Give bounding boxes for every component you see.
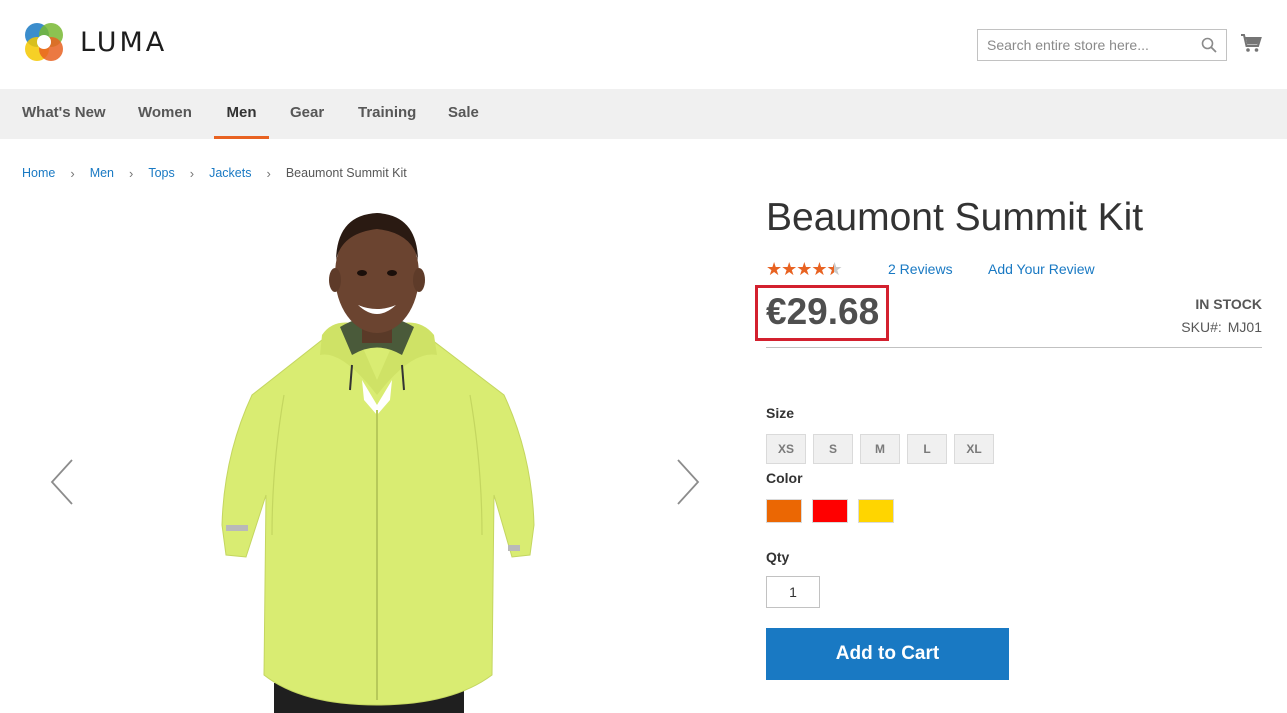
color-option-orange[interactable] (766, 499, 802, 523)
main-nav: What's New Women Men Gear Training Sale (0, 89, 1287, 139)
search-box (977, 29, 1227, 61)
color-option-yellow[interactable] (858, 499, 894, 523)
sku-label: SKU#: (1181, 319, 1222, 335)
stock-status: IN STOCK (1195, 296, 1262, 312)
size-option-xl[interactable]: XL (954, 434, 994, 464)
size-options: XS S M L XL (766, 434, 1001, 464)
logo-text: LUMA (80, 26, 168, 58)
rating-stars: ★★★★★★ (766, 258, 843, 279)
breadcrumb-separator-icon: › (70, 165, 75, 181)
breadcrumb-separator-icon: › (129, 165, 134, 181)
breadcrumb-separator-icon: › (189, 165, 195, 181)
nav-item-women[interactable]: Women (138, 89, 192, 139)
breadcrumb-home[interactable]: Home (22, 166, 55, 180)
reviews-link[interactable]: 2 Reviews (888, 261, 953, 277)
color-label: Color (766, 470, 803, 486)
product-sku: SKU#: MJ01 (1181, 319, 1262, 335)
product-price: €29.68 (766, 291, 880, 332)
qty-label: Qty (766, 549, 790, 565)
divider (766, 347, 1262, 348)
chevron-left-icon[interactable] (48, 457, 78, 507)
size-option-xs[interactable]: XS (766, 434, 806, 464)
nav-item-gear[interactable]: Gear (290, 89, 324, 139)
size-option-l[interactable]: L (907, 434, 947, 464)
chevron-right-icon[interactable] (672, 457, 702, 507)
breadcrumb-current: Beaumont Summit Kit (285, 166, 407, 180)
breadcrumb-jackets[interactable]: Jackets (209, 166, 251, 180)
star-rating-icon: ★★★★★★ (766, 258, 843, 279)
breadcrumb-tops[interactable]: Tops (148, 166, 174, 180)
nav-item-men[interactable]: Men (214, 89, 269, 139)
cart-icon[interactable] (1240, 32, 1262, 54)
product-title: Beaumont Summit Kit (766, 196, 1144, 239)
nav-item-training[interactable]: Training (358, 89, 416, 139)
luma-logo-icon (25, 23, 63, 61)
color-options (766, 499, 904, 523)
breadcrumb: Home › Men › Tops › Jackets › Beaumont S… (22, 164, 407, 182)
site-header: LUMA (0, 0, 1287, 89)
color-option-red[interactable] (812, 499, 848, 523)
add-review-link[interactable]: Add Your Review (988, 261, 1095, 277)
search-input[interactable] (978, 30, 1188, 60)
size-option-m[interactable]: M (860, 434, 900, 464)
breadcrumb-men[interactable]: Men (90, 166, 114, 180)
search-icon[interactable] (1201, 37, 1217, 53)
nav-item-whats-new[interactable]: What's New (22, 89, 106, 139)
product-image (221, 213, 535, 713)
nav-item-sale[interactable]: Sale (448, 89, 479, 139)
size-label: Size (766, 405, 795, 421)
breadcrumb-separator-icon: › (266, 165, 271, 181)
add-to-cart-button[interactable]: Add to Cart (766, 628, 1009, 680)
sku-value: MJ01 (1227, 319, 1262, 335)
size-option-s[interactable]: S (813, 434, 853, 464)
logo[interactable]: LUMA (22, 20, 167, 64)
qty-input[interactable] (766, 576, 820, 608)
product-gallery[interactable] (22, 195, 738, 713)
